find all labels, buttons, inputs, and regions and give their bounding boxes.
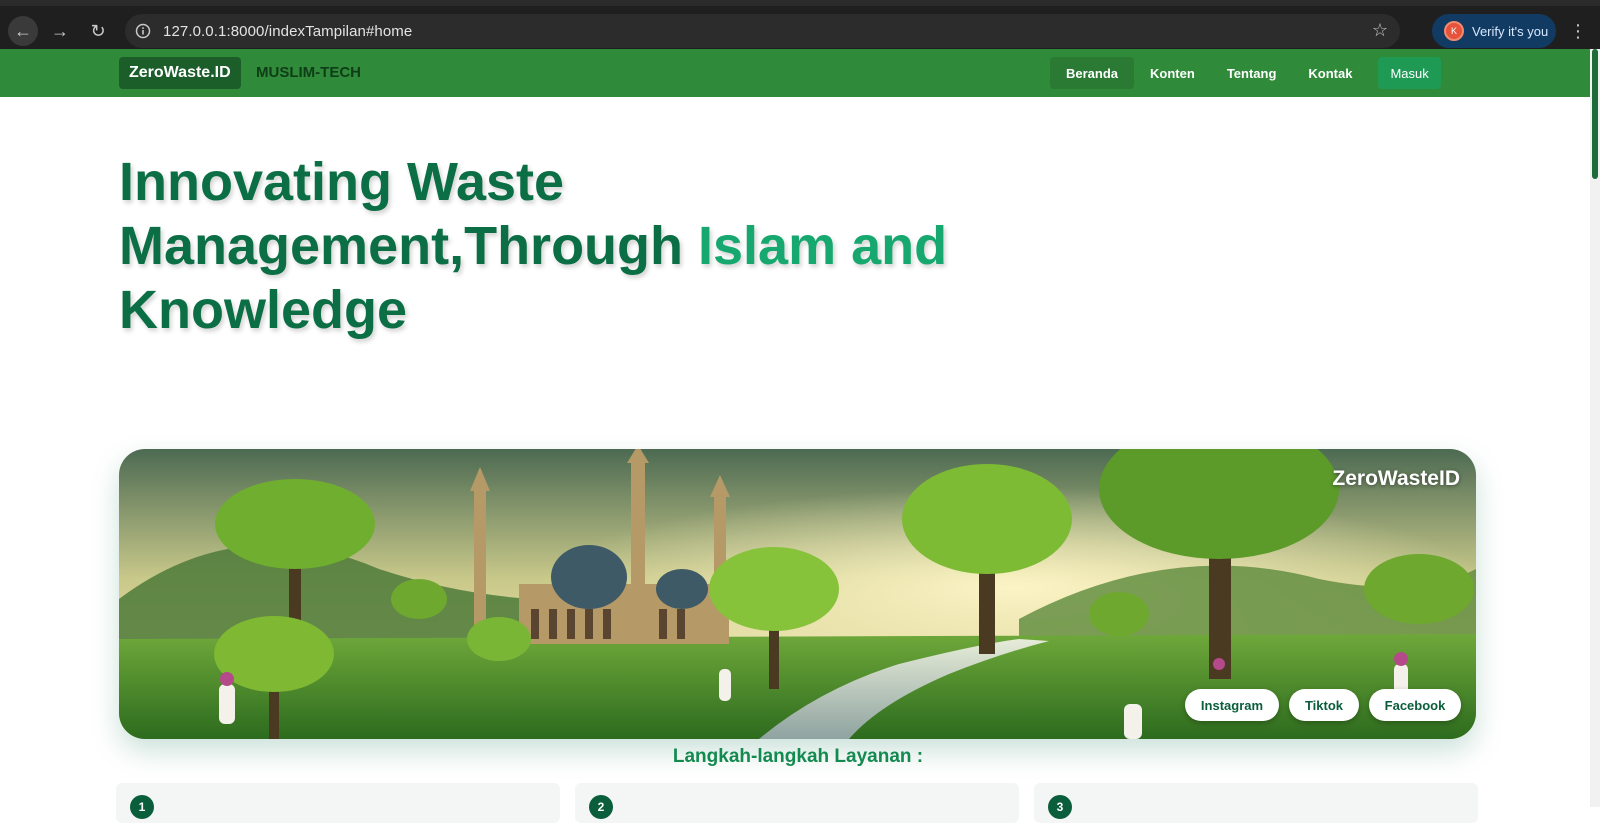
hero-accent-text: Islam and (698, 216, 948, 276)
site-info-icon[interactable] (131, 19, 155, 43)
tiktok-button[interactable]: Tiktok (1289, 689, 1359, 721)
brand-tagline: MUSLIM-TECH (256, 64, 361, 81)
url-text[interactable]: 127.0.0.1:8000/indexTampilan#home (163, 23, 412, 40)
steps-title: Langkah-langkah Layanan : (672, 746, 924, 767)
forward-button[interactable]: → (45, 16, 75, 46)
nav-menu: Beranda Konten Tentang Kontak Masuk (1050, 57, 1441, 89)
facebook-button[interactable]: Facebook (1369, 689, 1461, 721)
profile-button[interactable]: K Verify it's you (1432, 14, 1556, 48)
reload-icon: ↻ (90, 20, 106, 41)
arrow-left-icon: ← (14, 20, 32, 41)
address-bar[interactable]: 127.0.0.1:8000/indexTampilan#home ☆ (125, 14, 1400, 48)
step-card: 1 (116, 783, 560, 823)
banner-brand: ZeroWasteID (1332, 467, 1460, 490)
hero-line-2a: Management, (119, 216, 465, 276)
page-scrollbar[interactable] (1590, 49, 1600, 807)
hero-heading: Innovating Waste Management,Through Isla… (119, 150, 1019, 342)
menu-kebab-icon[interactable]: ⋮ (1566, 16, 1590, 46)
instagram-button[interactable]: Instagram (1185, 689, 1279, 721)
hero-line-1: Innovating Waste (119, 152, 565, 212)
back-button[interactable]: ← (8, 16, 38, 46)
avatar: K (1444, 21, 1464, 41)
login-button[interactable]: Masuk (1378, 57, 1441, 89)
arrow-right-icon: → (51, 20, 69, 41)
scrollbar-thumb[interactable] (1592, 49, 1598, 179)
nav-item-beranda[interactable]: Beranda (1050, 57, 1135, 89)
step-number: 3 (1048, 795, 1072, 819)
step-card: 2 (575, 783, 1019, 823)
step-number: 1 (130, 795, 154, 819)
nav-item-konten[interactable]: Konten (1134, 57, 1211, 89)
nav-item-tentang[interactable]: Tentang (1211, 57, 1293, 89)
hero-line-3: Knowledge (119, 280, 408, 340)
profile-label: Verify it's you (1472, 23, 1549, 39)
hero-line-2b: Through Islam and (464, 216, 948, 276)
reload-button[interactable]: ↻ (83, 16, 113, 46)
bookmark-star-icon[interactable]: ☆ (1372, 20, 1388, 41)
brand-logo[interactable]: ZeroWaste.ID (119, 57, 241, 89)
step-number: 2 (589, 795, 613, 819)
nav-item-kontak[interactable]: Kontak (1292, 57, 1368, 89)
browser-toolbar: ← → ↻ 127.0.0.1:8000/indexTampilan#home … (0, 0, 1600, 49)
hero-banner: ZeroWasteID Instagram Tiktok Facebook (119, 449, 1476, 739)
site-navbar: ZeroWaste.ID MUSLIM-TECH Beranda Konten … (0, 49, 1600, 97)
step-card: 3 (1034, 783, 1478, 823)
